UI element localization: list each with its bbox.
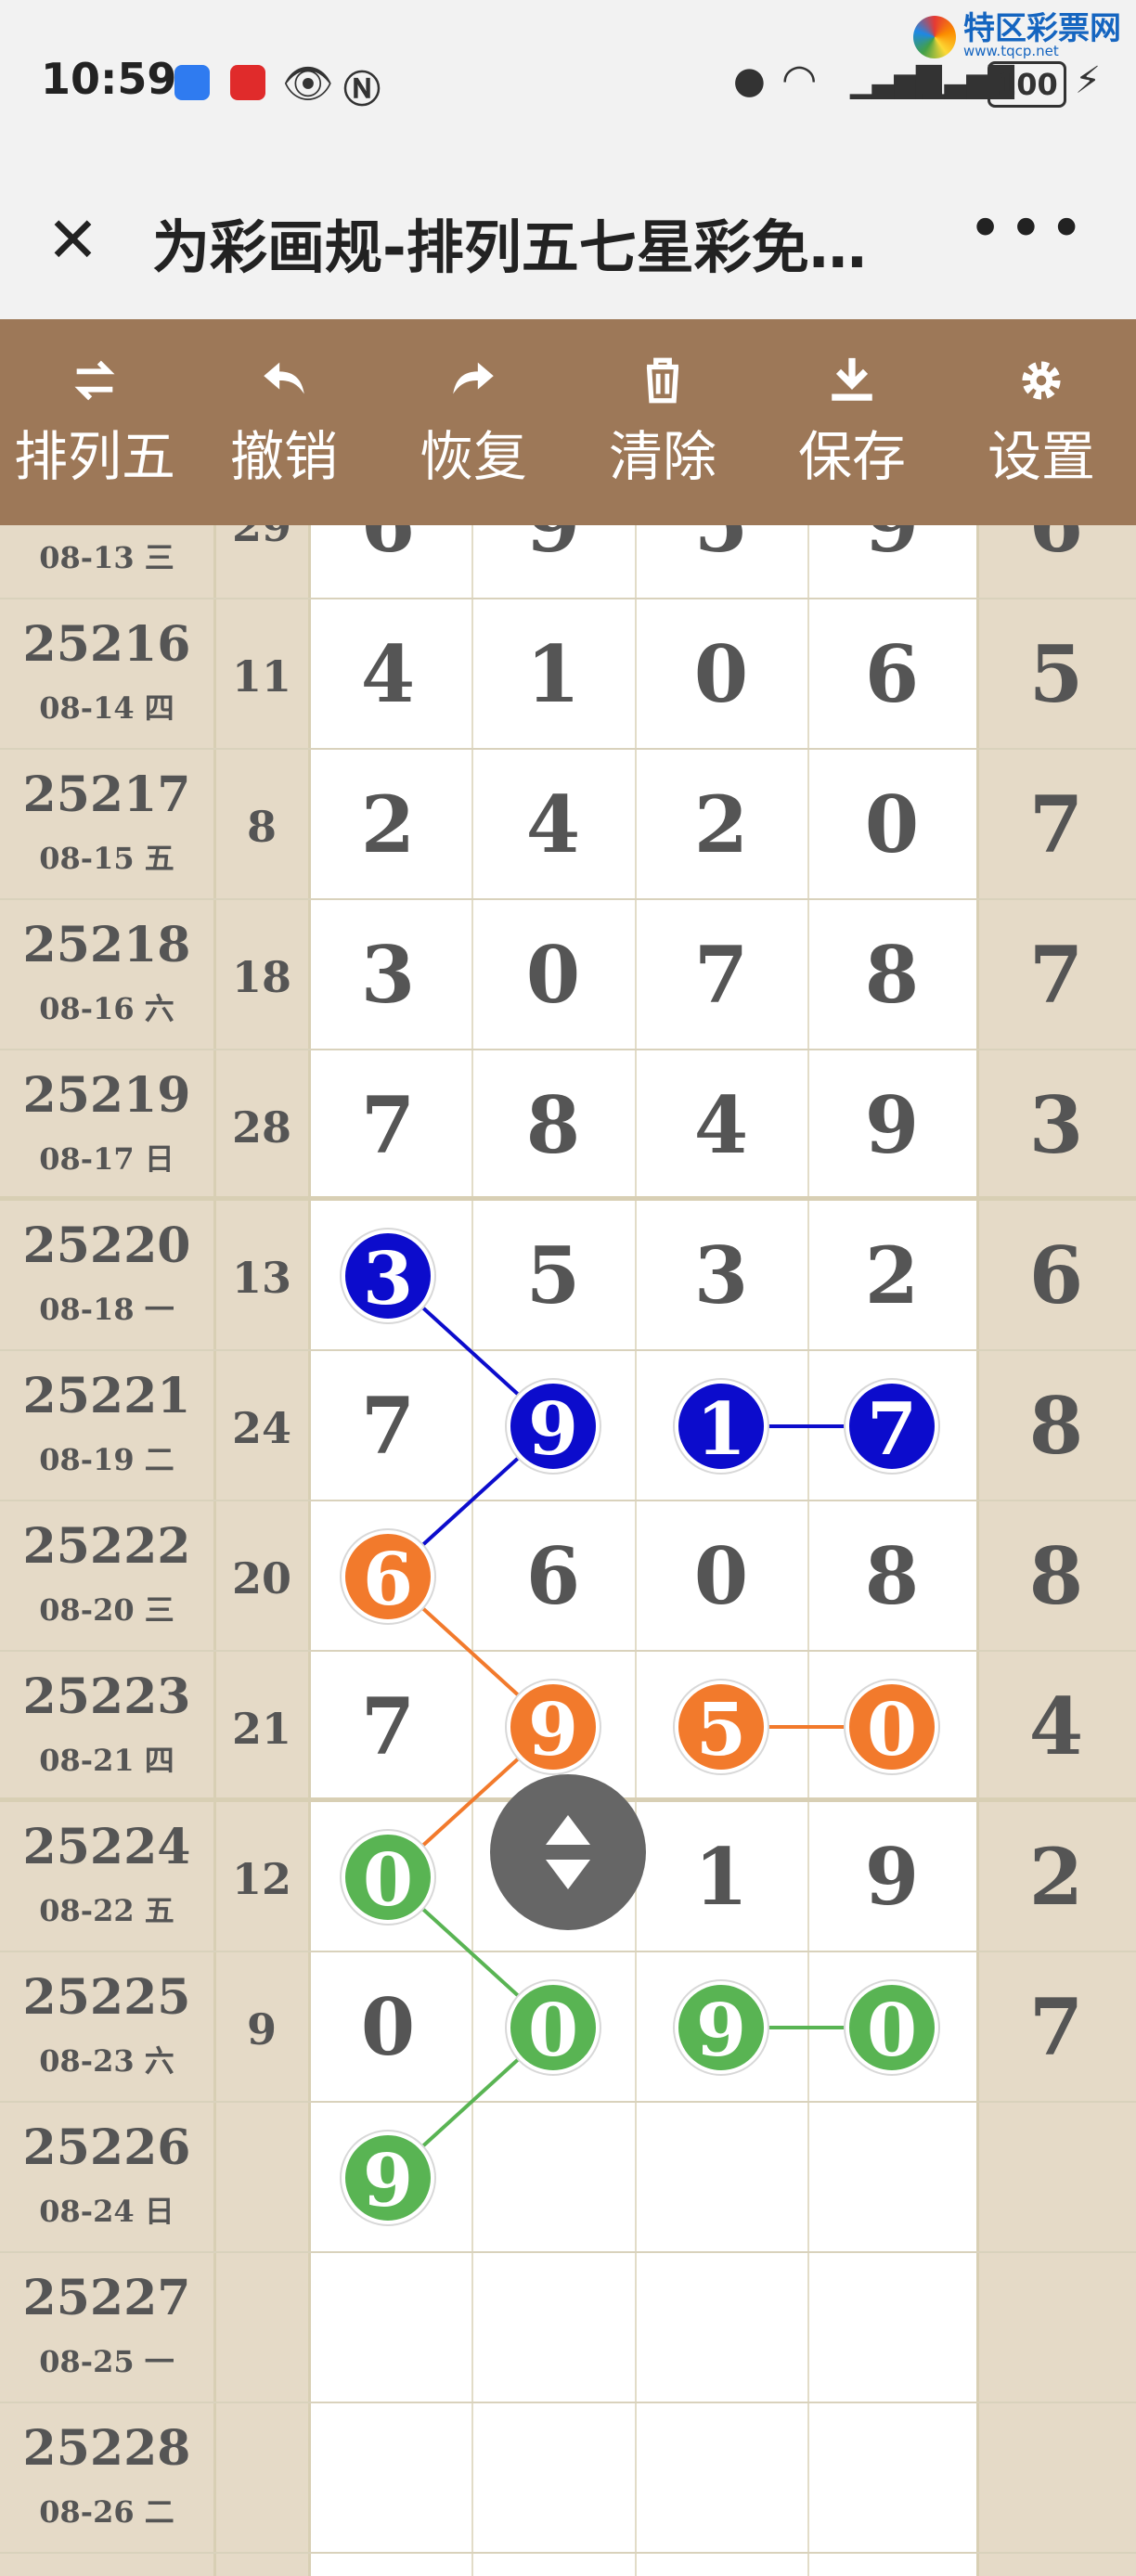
watermark: 特区彩票网 www.tqcp.net [913, 13, 1121, 61]
status-bar: 10:59 👁 Ⓝ ● ◠ ▁▃▅▇ ▁▃▅▇ 100 ⚡ 特区彩票网 www.… [0, 0, 1136, 167]
undo-label: 撤销 [229, 425, 338, 488]
wifi-icon: ◠ [781, 56, 818, 103]
marked-ball[interactable]: 6 [342, 1530, 434, 1623]
page-title: 为彩画规-排列五七星彩免… [152, 213, 867, 281]
marked-ball[interactable]: 7 [846, 1380, 938, 1473]
marked-ball[interactable]: 0 [846, 1981, 938, 2074]
status-time: 10:59 [41, 54, 177, 104]
marked-ball[interactable]: 0 [846, 1681, 938, 1773]
switch-lottery-label: 排列五 [13, 425, 175, 488]
message-notification-icon [230, 65, 265, 100]
more-options-icon[interactable]: ••• [968, 195, 1090, 264]
save-label: 保存 [797, 425, 906, 488]
marked-ball[interactable]: 5 [675, 1681, 768, 1773]
marked-ball[interactable]: 0 [342, 1831, 434, 1924]
marked-ball[interactable]: 0 [507, 1981, 600, 2074]
clear-button[interactable]: 清除 [568, 319, 757, 525]
clear-label: 清除 [608, 425, 716, 488]
marked-ball[interactable]: 9 [507, 1380, 600, 1473]
marked-ball[interactable]: 3 [342, 1230, 434, 1322]
scroll-toggle-button[interactable] [490, 1774, 646, 1930]
up-down-arrow-icon [546, 1815, 590, 1889]
trend-grid[interactable]: 2521508-13 三29695962521608-14 四114106525… [0, 525, 1136, 2576]
switch-lottery-button[interactable]: 排列五 [0, 319, 189, 525]
eye-icon: 👁 [282, 60, 334, 108]
app-notification-icon [174, 65, 210, 100]
toolbar: 排列五 撤销 恢复 清除 保存 设置 [0, 319, 1136, 525]
marked-ball[interactable]: 1 [675, 1380, 768, 1473]
settings-label: 设置 [987, 425, 1095, 488]
watermark-logo-icon [913, 16, 956, 58]
marked-ball[interactable]: 9 [342, 2132, 434, 2224]
close-icon[interactable]: ✕ [46, 204, 99, 277]
link-lines [386, 1274, 892, 2180]
location-icon: ● [733, 59, 766, 102]
save-button[interactable]: 保存 [757, 319, 947, 525]
redo-icon [453, 362, 494, 394]
trash-icon [646, 357, 679, 404]
settings-button[interactable]: 设置 [947, 319, 1136, 525]
marked-ball[interactable]: 9 [675, 1981, 768, 2074]
charging-icon: ⚡ [1075, 59, 1102, 102]
battery-icon: 100 [988, 61, 1066, 108]
nfc-icon: Ⓝ [343, 69, 381, 111]
redo-label: 恢复 [419, 425, 527, 488]
marked-ball[interactable]: 9 [507, 1681, 600, 1773]
gear-icon [1022, 361, 1061, 400]
watermark-name: 特区彩票网 [963, 10, 1121, 47]
undo-button[interactable]: 撤销 [189, 319, 379, 525]
title-bar: ✕ 为彩画规-排列五七星彩免… ••• [0, 167, 1136, 319]
swap-icon [74, 360, 115, 401]
redo-button[interactable]: 恢复 [379, 319, 568, 525]
download-icon [832, 357, 872, 401]
undo-icon [264, 362, 304, 394]
